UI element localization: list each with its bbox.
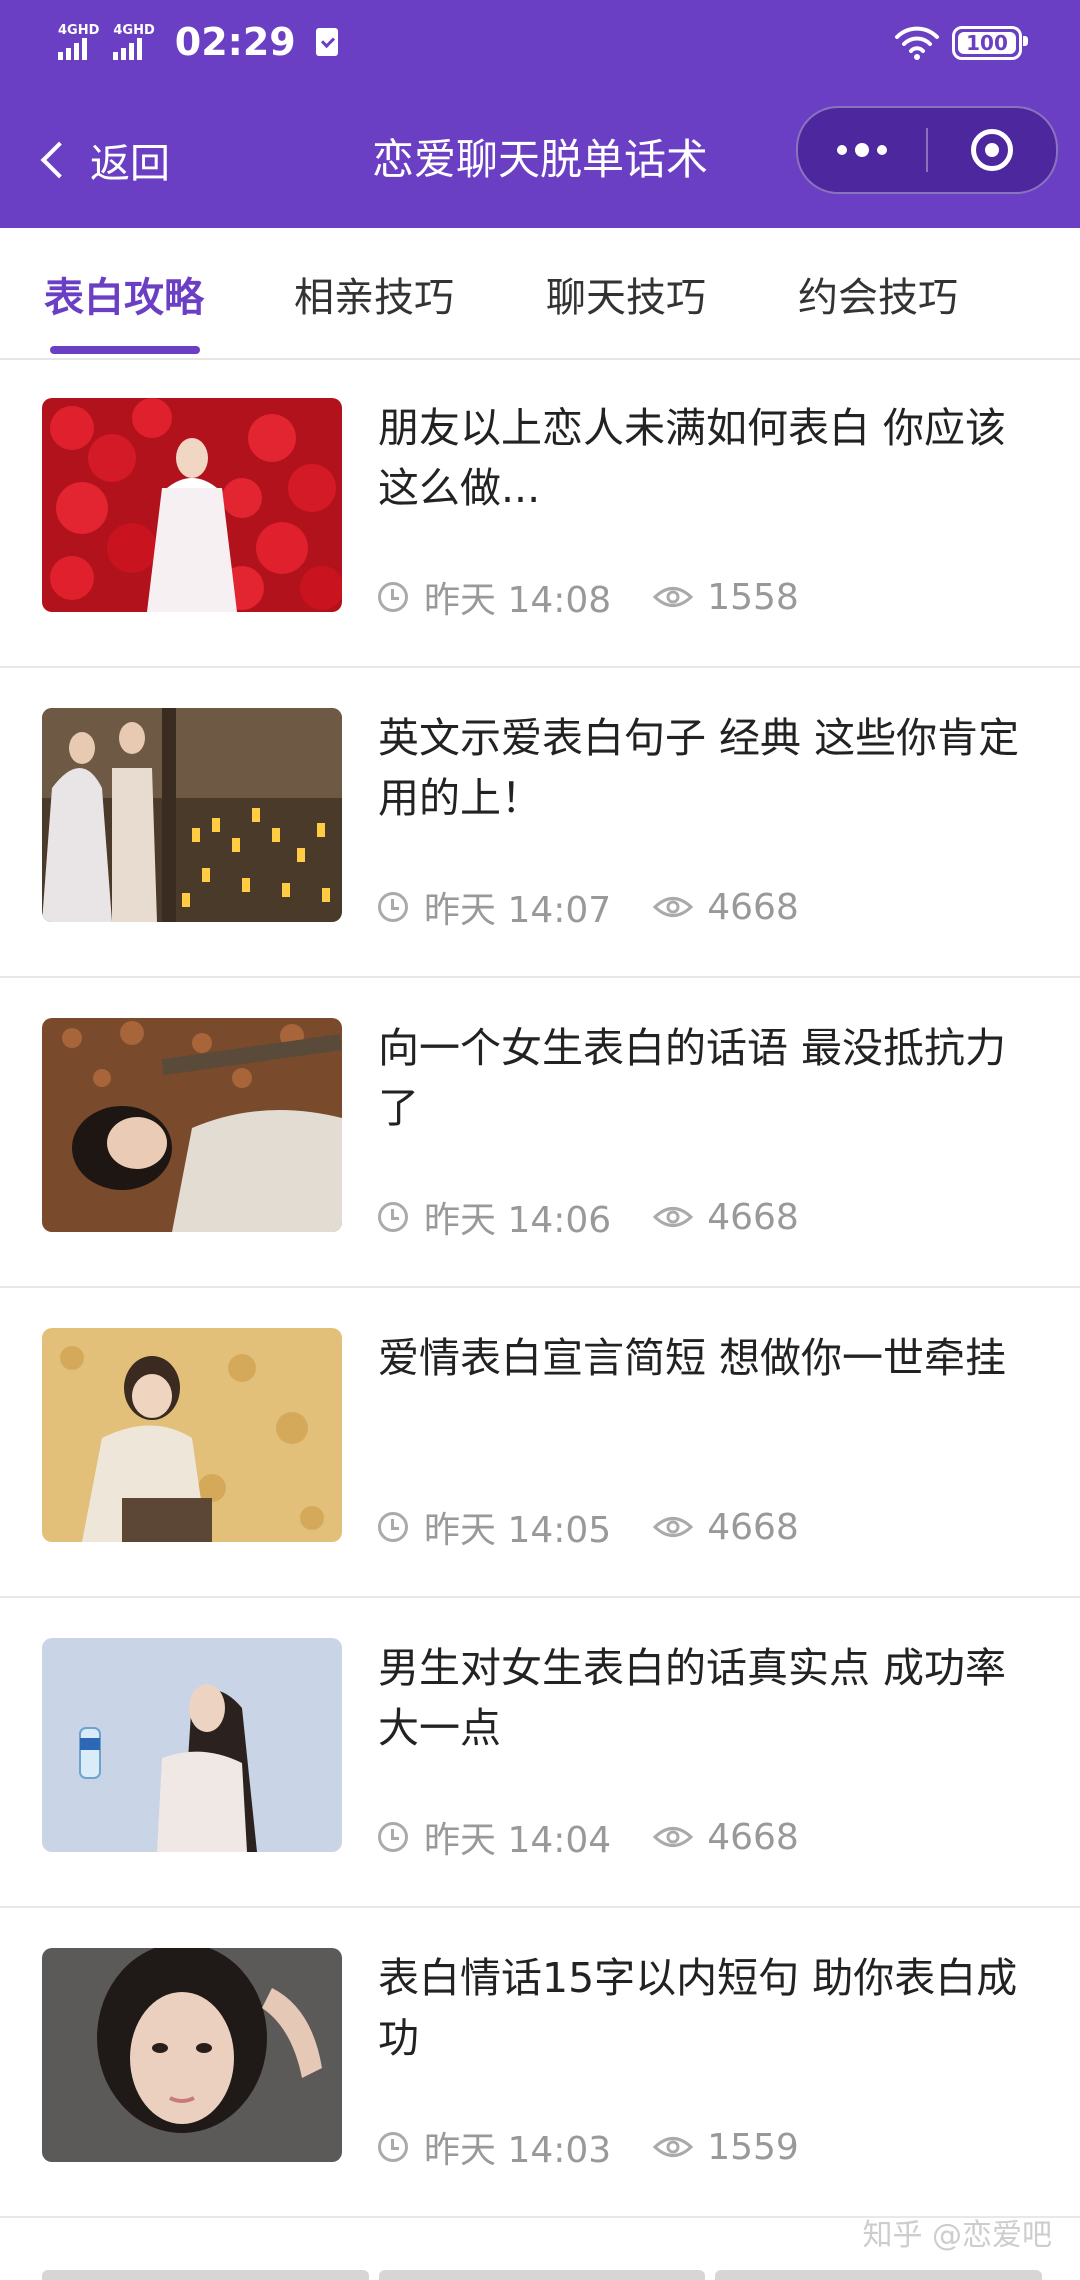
article-title: 爱情表白宣言简短 想做你一世牵挂 <box>378 1334 1007 1382</box>
article-meta: 昨天 14:08 1558 <box>378 572 799 622</box>
article-title: 男生对女生表白的话真实点 成功率大一点 <box>378 1644 1007 1752</box>
article-title: 英文示爱表白句子 经典 这些你肯定用的上！ <box>378 714 1020 822</box>
status-right: 100 <box>894 18 1028 68</box>
active-tab-indicator <box>50 346 200 354</box>
article-meta: 昨天 14:04 4668 <box>378 1812 799 1862</box>
article-thumbnail <box>42 1948 342 2162</box>
article-time: 昨天 14:03 <box>424 2130 612 2171</box>
status-left: 4GHD 4GHD 02:29 <box>58 14 338 70</box>
battery-level: 100 <box>966 31 1008 55</box>
close-miniprogram-button[interactable] <box>928 108 1056 192</box>
status-bar: 4GHD 4GHD 02:29 100 <box>0 0 1080 84</box>
article-title: 表白情话15字以内短句 助你表白成功 <box>378 1954 1018 2062</box>
list-item[interactable]: 向一个女生表白的话语 最没抵抗力了 昨天 14:06 4668 <box>0 978 1080 1288</box>
article-meta: 昨天 14:03 1559 <box>378 2122 799 2172</box>
article-meta: 昨天 14:06 4668 <box>378 1192 799 1242</box>
target-icon <box>971 129 1013 171</box>
page-title: 恋爱聊天脱单话术 <box>371 135 708 184</box>
eye-icon <box>653 587 694 607</box>
article-title: 朋友以上恋人未满如何表白 你应该这么做... <box>378 404 1007 512</box>
signal-icon: 4GHD <box>58 24 99 60</box>
article-time: 昨天 14:06 <box>424 1200 612 1241</box>
tab-chatting[interactable]: 聊天技巧 <box>546 268 706 328</box>
article-views: 1559 <box>707 2126 799 2168</box>
article-thumbnail <box>42 1328 342 1542</box>
article-views: 4668 <box>707 1196 799 1238</box>
clock-icon <box>378 2132 408 2162</box>
more-button[interactable] <box>798 108 926 192</box>
article-time: 昨天 14:07 <box>424 890 612 931</box>
article-views: 4668 <box>707 1506 799 1548</box>
tab-blind-date[interactable]: 相亲技巧 <box>294 268 454 328</box>
article-meta: 昨天 14:07 4668 <box>378 882 799 932</box>
article-views: 1558 <box>707 576 799 618</box>
signal-icon: 4GHD <box>113 23 155 60</box>
eye-icon <box>653 1207 694 1227</box>
signal-label: 4GHD <box>113 23 155 38</box>
nav-bar: 返回 恋爱聊天脱单话术 <box>0 100 1080 220</box>
clock-icon <box>378 892 408 922</box>
article-thumbnail <box>42 1018 342 1232</box>
next-item-preview <box>42 2270 1043 2280</box>
battery-icon: 100 <box>952 26 1028 60</box>
article-time: 昨天 14:04 <box>424 1820 612 1861</box>
clipboard-icon <box>315 28 338 56</box>
back-button[interactable]: 返回 <box>36 128 170 192</box>
article-time: 昨天 14:05 <box>424 1510 612 1551</box>
wifi-icon <box>895 26 939 60</box>
list-item[interactable]: 爱情表白宣言简短 想做你一世牵挂 昨天 14:05 4668 <box>0 1288 1080 1598</box>
tab-dating[interactable]: 约会技巧 <box>798 268 958 328</box>
article-meta: 昨天 14:05 4668 <box>378 1502 799 1552</box>
eye-icon <box>653 1827 694 1847</box>
status-time: 02:29 <box>174 20 296 64</box>
watermark: 知乎 @恋爱吧 <box>862 2218 1052 2253</box>
list-item[interactable]: 朋友以上恋人未满如何表白 你应该这么做... 昨天 14:08 1558 <box>0 358 1080 668</box>
article-thumbnail <box>42 1638 342 1852</box>
article-list: 朋友以上恋人未满如何表白 你应该这么做... 昨天 14:08 1558 英文示… <box>0 358 1080 2218</box>
back-label: 返回 <box>90 141 170 187</box>
clock-icon <box>378 582 408 612</box>
list-item[interactable]: 表白情话15字以内短句 助你表白成功 昨天 14:03 1559 <box>0 1908 1080 2218</box>
clock-icon <box>378 1822 408 1852</box>
list-item[interactable]: 英文示爱表白句子 经典 这些你肯定用的上！ 昨天 14:07 4668 <box>0 668 1080 978</box>
tab-confession[interactable]: 表白攻略 <box>44 268 204 328</box>
miniprogram-capsule <box>796 106 1058 194</box>
header: 4GHD 4GHD 02:29 100 返回 恋爱聊天脱单话术 <box>0 0 1080 228</box>
article-views: 4668 <box>707 1816 799 1858</box>
more-dots-icon <box>837 143 887 157</box>
article-title: 向一个女生表白的话语 最没抵抗力了 <box>378 1024 1007 1132</box>
article-views: 4668 <box>707 886 799 928</box>
eye-icon <box>653 2137 694 2157</box>
eye-icon <box>653 1517 694 1537</box>
clock-icon <box>378 1202 408 1232</box>
article-thumbnail <box>42 398 342 612</box>
signal-label: 4GHD <box>58 23 100 38</box>
article-time: 昨天 14:08 <box>424 580 612 621</box>
article-thumbnail <box>42 708 342 922</box>
category-tabs: 表白攻略 相亲技巧 聊天技巧 约会技巧 <box>0 228 1080 360</box>
clock-icon <box>378 1512 408 1542</box>
eye-icon <box>653 897 694 917</box>
chevron-left-icon <box>40 141 78 179</box>
list-item[interactable]: 男生对女生表白的话真实点 成功率大一点 昨天 14:04 4668 <box>0 1598 1080 1908</box>
